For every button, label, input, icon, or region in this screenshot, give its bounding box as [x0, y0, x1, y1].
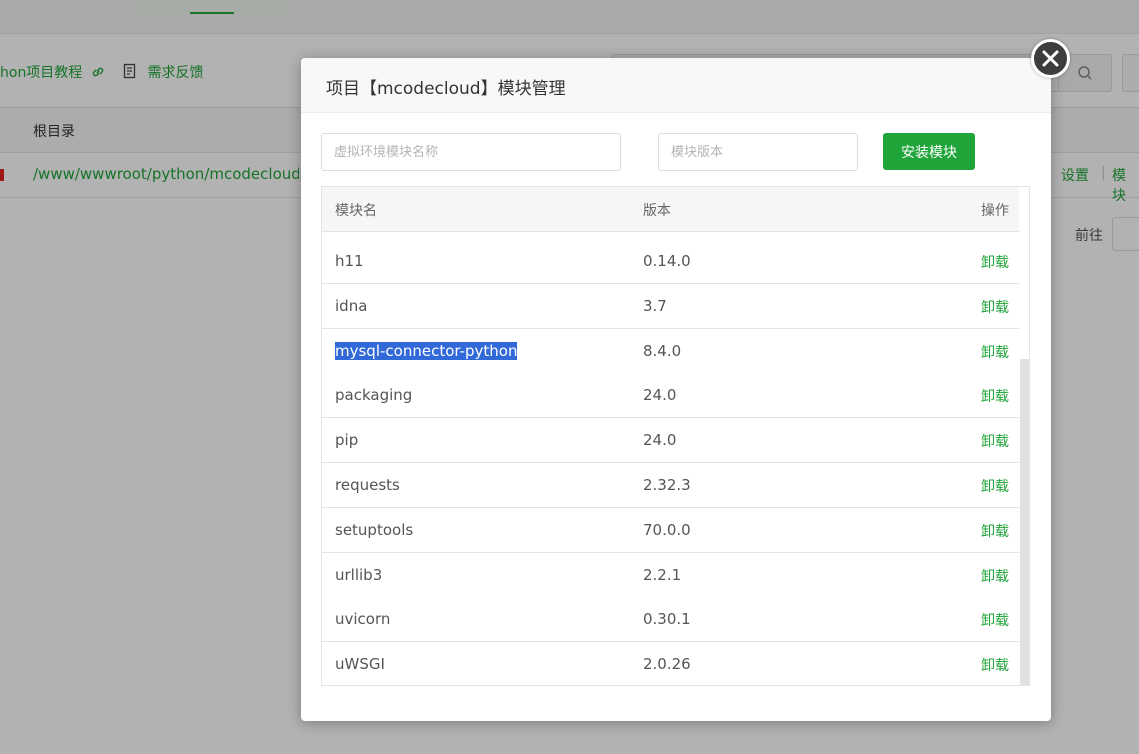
module-name-text: uWSGI: [335, 655, 385, 674]
table-row: h11 0.14.0 卸载: [322, 239, 1019, 284]
module-table-header: 模块名 版本 操作: [322, 187, 1019, 232]
module-name: h11: [335, 252, 364, 270]
module-version: 2.32.3: [643, 476, 691, 494]
module-name-text: h11: [335, 252, 364, 270]
table-row: uvicorn 0.30.1 卸载: [322, 597, 1019, 643]
scrollbar-thumb[interactable]: [1020, 359, 1029, 685]
module-table-body[interactable]: h11 0.14.0 卸载 idna 3.7 卸载 mysql-connector-pyth…: [322, 232, 1019, 685]
module-version: 0.30.1: [643, 610, 691, 629]
module-name: uvicorn: [335, 610, 390, 628]
module-name-text: mysql-connector-python: [335, 341, 518, 360]
module-table: 模块名 版本 操作 h11 0.14.0 卸载 idna 3.7 卸载 mysql-conn…: [321, 186, 1030, 686]
table-row: uWSGI 2.0.26 卸载: [322, 642, 1019, 685]
close-icon: [1042, 50, 1059, 67]
uninstall-link[interactable]: 卸载: [981, 297, 1009, 317]
column-header-action: 操作: [981, 203, 1009, 219]
module-name-text: packaging: [335, 386, 413, 405]
table-row: requests 2.32.3 卸载: [322, 463, 1019, 508]
uninstall-link[interactable]: 卸载: [981, 252, 1009, 272]
uninstall-link[interactable]: 卸载: [981, 610, 1009, 630]
uninstall-link[interactable]: 卸载: [981, 342, 1009, 362]
install-module-button[interactable]: 安装模块: [883, 133, 975, 170]
module-name-text: idna: [335, 296, 368, 315]
dialog-title: 项目【mcodecloud】模块管理: [326, 79, 566, 99]
module-name: mysql-connector-python: [335, 341, 518, 360]
uninstall-link[interactable]: 卸载: [981, 386, 1009, 406]
module-name: urllib3: [335, 566, 382, 584]
module-name-text: urllib3: [335, 565, 383, 584]
uninstall-link[interactable]: 卸载: [981, 566, 1009, 586]
module-name: idna: [335, 297, 367, 315]
module-name: pip: [335, 431, 358, 449]
module-version-input[interactable]: [658, 133, 858, 171]
table-row: packaging 24.0 卸载: [322, 373, 1019, 419]
column-header-name: 模块名: [335, 203, 377, 219]
module-version: 24.0: [643, 386, 677, 405]
module-manager-dialog: 项目【mcodecloud】模块管理 安装模块 模块名 版本 操作 h11 0.1…: [301, 58, 1051, 721]
module-version: 0.14.0: [643, 252, 691, 270]
module-version: 70.0.0: [643, 520, 691, 539]
uninstall-link[interactable]: 卸载: [981, 521, 1009, 541]
module-version: 2.0.26: [643, 655, 691, 674]
column-header-version: 版本: [643, 203, 671, 219]
table-row: pip 24.0 卸载: [322, 418, 1019, 464]
module-name-text: pip: [335, 431, 359, 450]
uninstall-link[interactable]: 卸载: [981, 655, 1009, 675]
module-version: 24.0: [643, 431, 677, 450]
module-name: setuptools: [335, 521, 413, 539]
uninstall-link[interactable]: 卸载: [981, 476, 1009, 496]
table-row: urllib3 2.2.1 卸载: [322, 552, 1019, 598]
module-name-text: setuptools: [335, 520, 414, 539]
module-name: requests: [335, 476, 400, 494]
table-row: idna 3.7 卸载: [322, 283, 1019, 329]
module-name-text: requests: [335, 476, 400, 494]
module-version: 2.2.1: [643, 565, 682, 584]
close-dialog-button[interactable]: [1031, 39, 1070, 78]
module-name: uWSGI: [335, 655, 385, 673]
table-row: mysql-connector-python 8.4.0 卸载: [322, 328, 1019, 374]
module-name-text: uvicorn: [335, 610, 391, 629]
table-row: setuptools 70.0.0 卸载: [322, 507, 1019, 553]
module-version: 8.4.0: [643, 341, 682, 360]
uninstall-link[interactable]: 卸载: [981, 431, 1009, 451]
module-name-input[interactable]: [321, 133, 621, 171]
dialog-header: 项目【mcodecloud】模块管理: [301, 58, 1051, 113]
module-version: 3.7: [643, 296, 667, 315]
module-name: packaging: [335, 386, 412, 404]
